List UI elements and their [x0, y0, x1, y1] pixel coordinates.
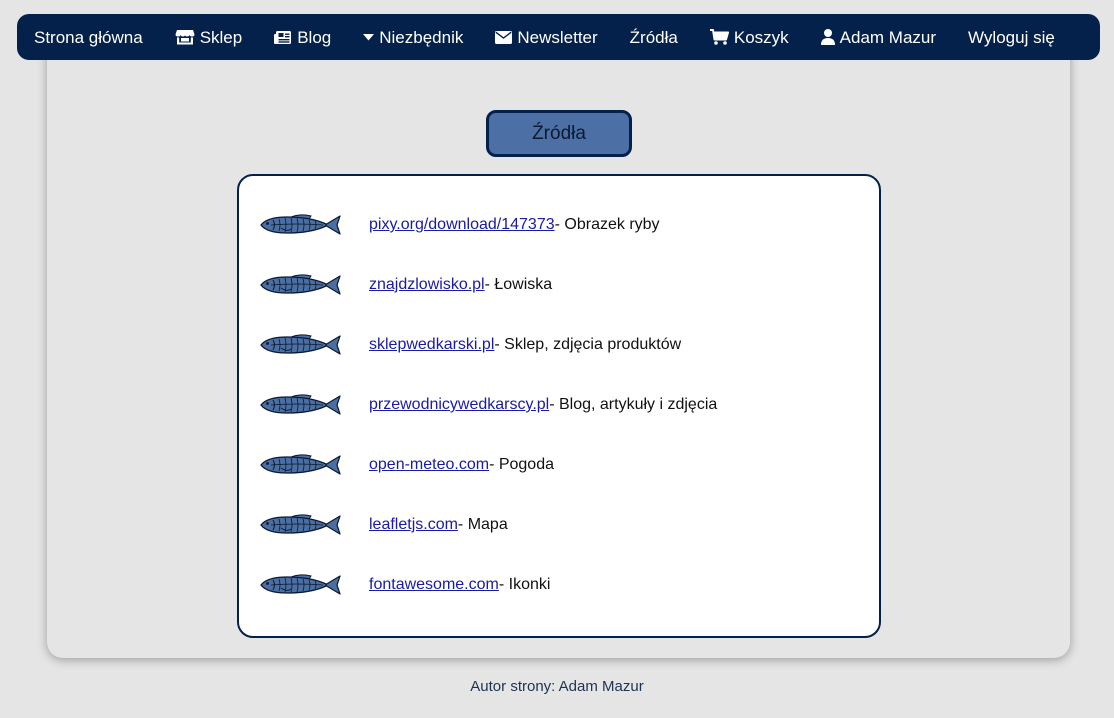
source-link[interactable]: sklepwedkarski.pl — [369, 336, 494, 354]
list-item-source: sklepwedkarski.pl - Sklep, zdjęcia produ… — [259, 330, 681, 360]
envelope-icon — [495, 30, 513, 44]
nav-user[interactable]: Adam Mazur — [820, 27, 937, 47]
newspaper-icon — [274, 30, 292, 45]
store-icon — [175, 29, 195, 45]
list-item-source: fontawesome.com - Ikonki — [259, 570, 550, 600]
nav-home-label: Strona główna — [34, 27, 143, 47]
nav-home[interactable]: Strona główna — [34, 29, 143, 46]
cart-icon — [709, 29, 729, 45]
list-item-source: znajdzlowisko.pl - Łowiska — [259, 270, 552, 300]
top-navbar: Strona główna Sklep Blog Niezbędnik News… — [17, 14, 1100, 60]
list-item-source: przewodnicywedkarscy.pl - Blog, artykuły… — [259, 390, 717, 420]
source-description: - Ikonki — [498, 576, 551, 593]
source-link[interactable]: open-meteo.com — [369, 456, 489, 474]
nav-logout-label: Wyloguj się — [968, 27, 1055, 47]
page-title: Źródła — [532, 122, 586, 144]
sources-list: pixy.org/download/147373 - Obrazek ryby … — [237, 174, 881, 638]
source-description: - Sklep, zdjęcia produktów — [494, 336, 682, 353]
nav-shop-label: Sklep — [199, 27, 243, 47]
list-item-source: pixy.org/download/147373 - Obrazek ryby — [259, 210, 660, 240]
fish-icon — [260, 514, 341, 535]
source-description: - Obrazek ryby — [554, 216, 660, 233]
fish-icon — [260, 334, 341, 355]
footer-author: Autor strony: Adam Mazur — [470, 678, 644, 695]
list-item-source: open-meteo.com - Pogoda — [259, 450, 554, 480]
fish-icon — [260, 274, 341, 295]
list-item-source: leafletjs.com - Mapa — [259, 510, 508, 540]
source-link[interactable]: znajdzlowisko.pl — [369, 276, 485, 294]
source-description: - Mapa — [457, 516, 508, 533]
source-link[interactable]: przewodnicywedkarscy.pl — [369, 396, 549, 414]
nav-shop[interactable]: Sklep — [175, 27, 243, 47]
page-title-button[interactable]: Źródła — [486, 110, 632, 157]
source-link[interactable]: leafletjs.com — [369, 516, 458, 534]
nav-newsletter[interactable]: Newsletter — [495, 27, 598, 47]
fish-icon — [260, 574, 341, 595]
nav-sources[interactable]: Źródła — [630, 29, 678, 46]
fish-icon — [260, 214, 341, 235]
nav-logout[interactable]: Wyloguj się — [968, 29, 1055, 46]
source-description: - Pogoda — [489, 456, 554, 473]
nav-blog-label: Blog — [297, 27, 332, 47]
nav-blog[interactable]: Blog — [274, 29, 331, 46]
source-description: - Blog, artykuły i zdjęcia — [549, 396, 718, 413]
nav-niezbednik-dropdown[interactable]: Niezbędnik — [363, 29, 463, 46]
nav-user-label: Adam Mazur — [839, 27, 937, 47]
source-link[interactable]: fontawesome.com — [369, 576, 499, 594]
user-icon — [820, 29, 835, 45]
fish-icon — [260, 394, 341, 415]
nav-sources-label: Źródła — [629, 27, 678, 47]
fish-icon — [260, 454, 341, 475]
source-description: - Łowiska — [484, 276, 553, 293]
source-link[interactable]: pixy.org/download/147373 — [369, 216, 555, 234]
nav-cart-label: Koszyk — [733, 27, 789, 47]
caret-down-icon — [363, 33, 375, 41]
nav-newsletter-label: Newsletter — [517, 27, 598, 47]
nav-niezbednik-label: Niezbędnik — [379, 27, 464, 47]
nav-cart[interactable]: Koszyk — [709, 27, 789, 47]
